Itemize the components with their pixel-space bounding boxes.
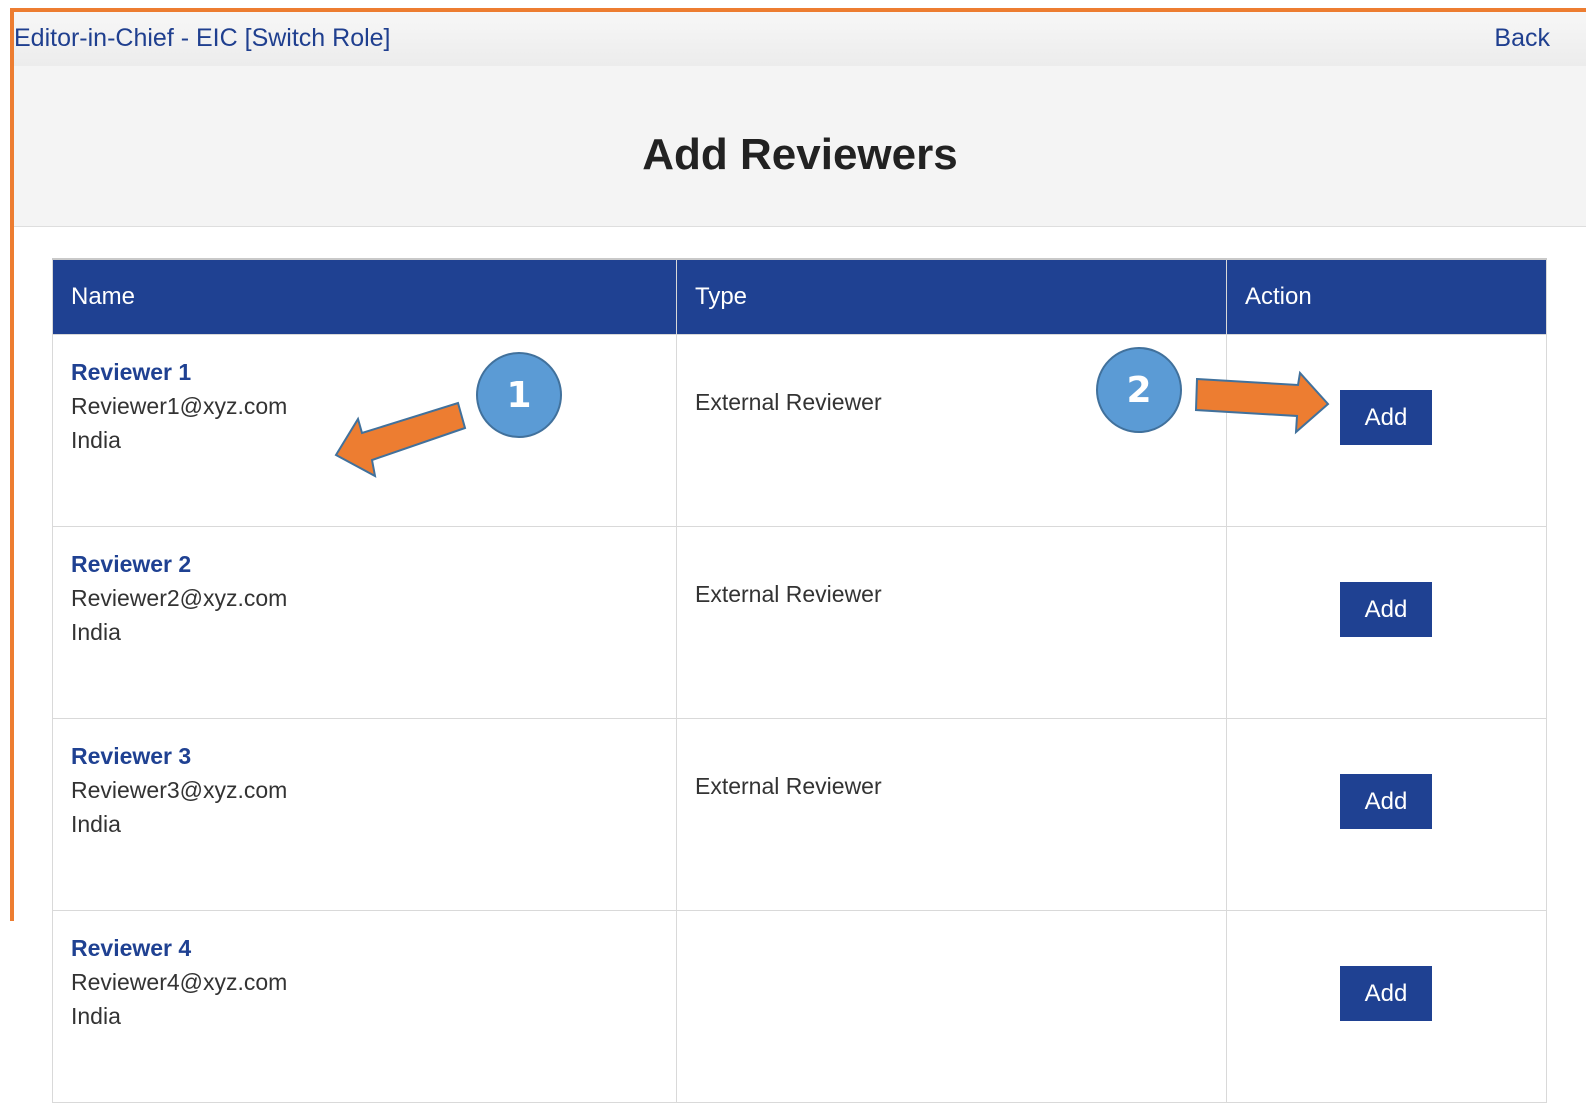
arrow-right-icon [1194,370,1330,435]
reviewer-email: Reviewer4@xyz.com [71,969,288,995]
table-row: Reviewer 4 Reviewer4@xyz.com India Add [52,910,1547,1103]
reviewer-name[interactable]: Reviewer 4 [71,931,676,965]
annotation-arrows [334,370,1330,478]
arrow-left-icon [334,401,467,478]
app-frame: Editor-in-Chief - EIC [Switch Role] Back… [0,0,1586,1103]
name-cell: Reviewer 4 Reviewer4@xyz.com India [52,910,677,1103]
callout-badge-1: 1 [476,352,562,438]
callout-badge-2: 2 [1096,347,1182,433]
add-reviewer-button[interactable]: Add [1340,966,1432,1021]
reviewer-country: India [71,1003,121,1029]
action-cell: Add [1226,910,1547,1103]
type-cell [676,910,1227,1103]
